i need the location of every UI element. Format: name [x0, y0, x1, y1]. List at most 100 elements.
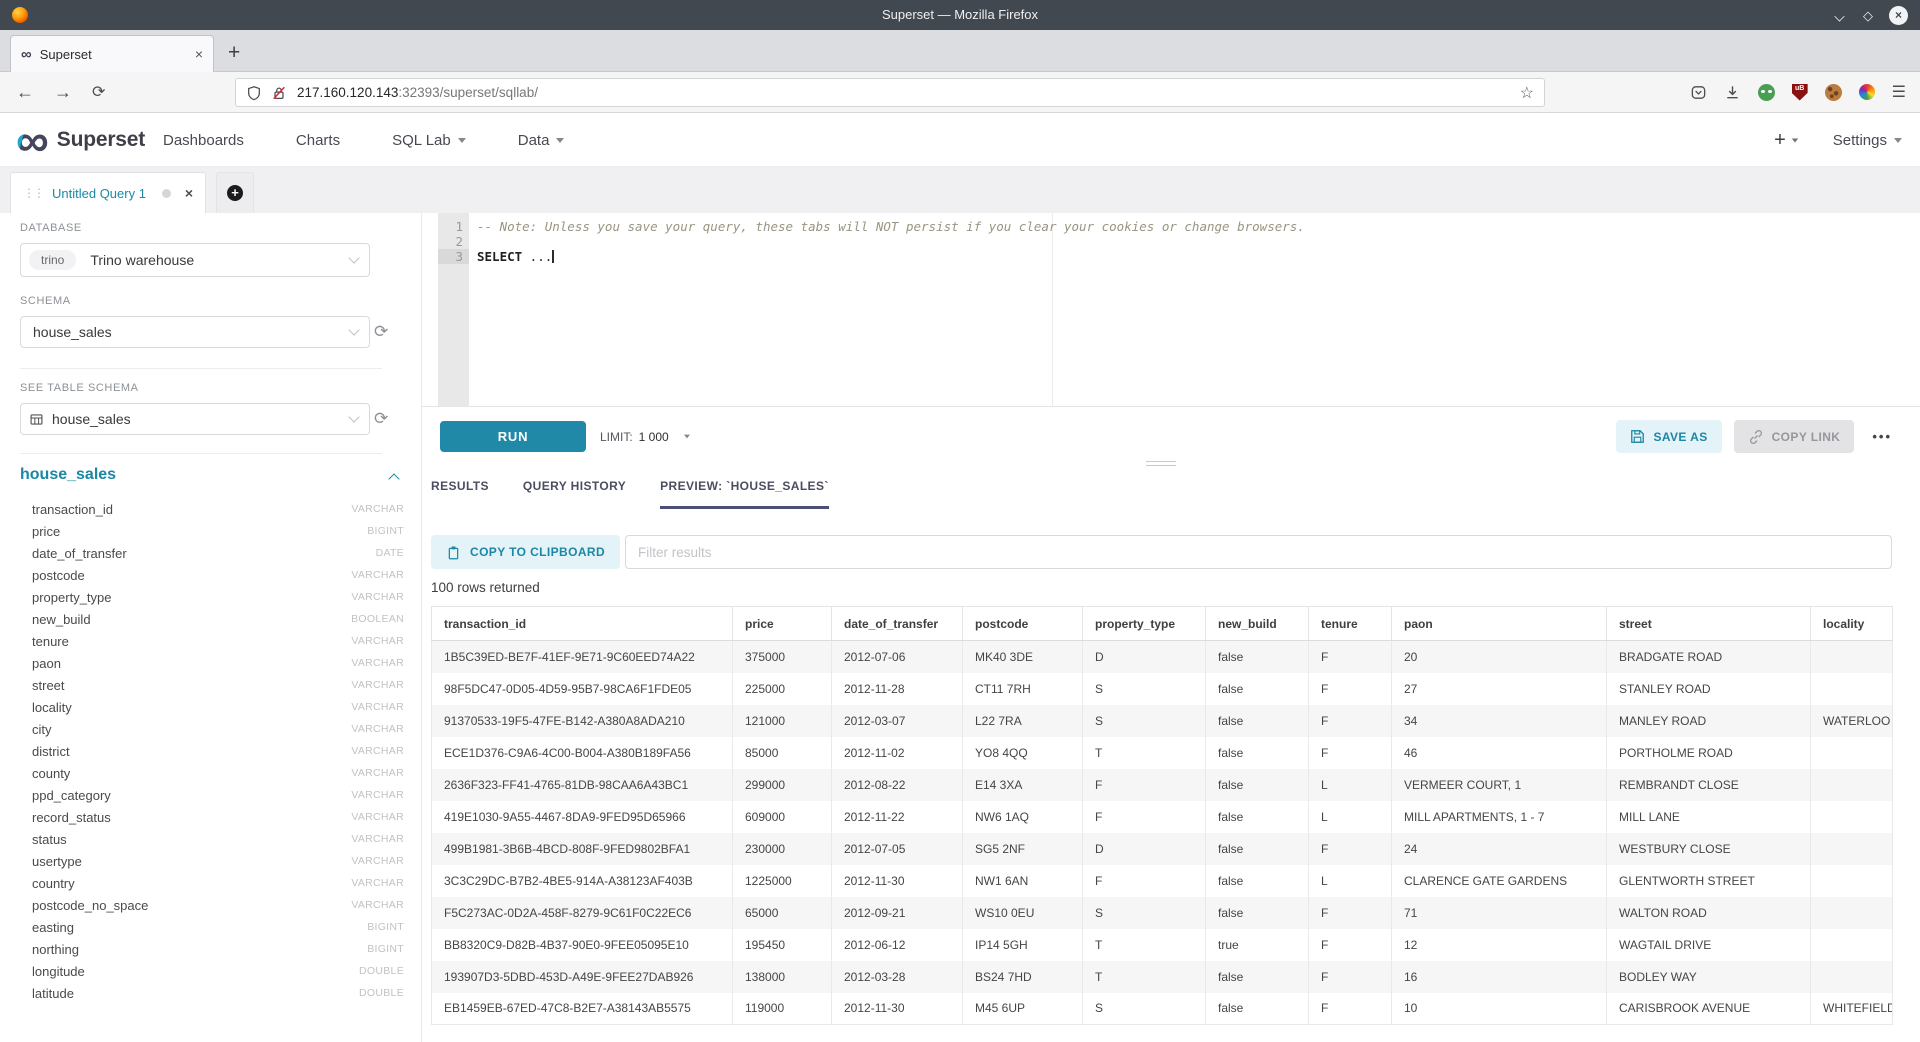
- table-cell: 2012-07-05: [832, 833, 963, 865]
- bookmark-star-icon[interactable]: ☆: [1520, 83, 1534, 103]
- browser-tab[interactable]: ∞ Superset ×: [10, 35, 214, 72]
- new-query-tab-button[interactable]: +: [216, 172, 254, 213]
- ublock-extension-icon[interactable]: uB: [1792, 84, 1808, 101]
- schema-name: house_sales: [33, 324, 112, 340]
- results-tab-1[interactable]: QUERY HISTORY: [523, 479, 626, 509]
- nav-item-dashboards[interactable]: Dashboards: [163, 132, 244, 149]
- table-cell: F: [1309, 833, 1392, 865]
- table-cell: 10: [1392, 993, 1607, 1025]
- results-header-cell[interactable]: new_build: [1206, 607, 1309, 641]
- cookie-extension-icon[interactable]: [1825, 84, 1842, 101]
- limit-dropdown[interactable]: LIMIT: 1 000: [600, 421, 691, 452]
- hamburger-menu-icon[interactable]: ☰: [1892, 82, 1906, 102]
- editor-code[interactable]: -- Note: Unless you save your query, the…: [477, 219, 1910, 264]
- copy-to-clipboard-button[interactable]: COPY TO CLIPBOARD: [431, 535, 620, 569]
- chevron-up-icon[interactable]: [388, 473, 399, 484]
- pane-resize-handle[interactable]: [1146, 458, 1176, 469]
- schema-column-type: VARCHAR: [351, 569, 404, 581]
- refresh-schemas-icon[interactable]: ⟳: [374, 323, 388, 340]
- caret-down-icon: [458, 138, 466, 143]
- nav-item-sql-lab[interactable]: SQL Lab: [392, 132, 466, 149]
- results-header-cell[interactable]: transaction_id: [432, 607, 733, 641]
- url-bar[interactable]: 217.160.120.143:32393/superset/sqllab/ ☆: [235, 78, 1545, 107]
- schema-column-type: VARCHAR: [351, 657, 404, 669]
- table-cell: MILL APARTMENTS, 1 - 7: [1392, 801, 1607, 833]
- table-select[interactable]: house_sales: [20, 403, 370, 435]
- lock-disabled-icon[interactable]: [271, 85, 287, 101]
- sqllab-main: DATABASE trino Trino warehouse SCHEMA ho…: [0, 213, 1920, 1042]
- results-header-cell[interactable]: street: [1607, 607, 1811, 641]
- schema-column-name: price: [32, 524, 60, 539]
- new-tab-button[interactable]: +: [228, 39, 240, 67]
- table-cell: WS10 0EU: [963, 897, 1083, 929]
- table-cell: E14 3XA: [963, 769, 1083, 801]
- browser-tab-title: Superset: [40, 47, 195, 62]
- nav-item-charts[interactable]: Charts: [296, 132, 340, 149]
- download-icon[interactable]: [1724, 84, 1741, 101]
- results-header-cell[interactable]: paon: [1392, 607, 1607, 641]
- table-cell: 2012-03-07: [832, 705, 963, 737]
- window-close-icon[interactable]: ×: [1889, 6, 1908, 25]
- tab-close-icon[interactable]: ×: [195, 46, 203, 62]
- table-cell: T: [1083, 929, 1206, 961]
- table-cell: false: [1206, 769, 1309, 801]
- superset-brand[interactable]: ∞ Superset: [16, 113, 145, 167]
- back-button[interactable]: ←: [16, 72, 34, 112]
- query-tab-close-icon[interactable]: ×: [185, 185, 193, 201]
- refresh-tables-icon[interactable]: ⟳: [374, 410, 388, 427]
- schema-select[interactable]: house_sales: [20, 316, 370, 348]
- sql-editor[interactable]: 123 -- Note: Unless you save your query,…: [422, 213, 1920, 407]
- schema-column-type: VARCHAR: [351, 811, 404, 823]
- schema-column-name: transaction_id: [32, 502, 113, 517]
- schema-column-type: VARCHAR: [351, 679, 404, 691]
- nav-item-data[interactable]: Data: [518, 132, 565, 149]
- drag-handle-icon[interactable]: ⋮⋮: [23, 186, 43, 200]
- save-icon: [1630, 429, 1645, 444]
- results-header-cell[interactable]: tenure: [1309, 607, 1392, 641]
- table-cell: 121000: [733, 705, 832, 737]
- superset-logo-icon: ∞: [16, 120, 49, 160]
- sql-comment-line: -- Note: Unless you save your query, the…: [477, 219, 1305, 234]
- table-cell: 2012-11-30: [832, 993, 963, 1025]
- results-header-cell[interactable]: postcode: [963, 607, 1083, 641]
- table-cell: F: [1309, 929, 1392, 961]
- database-select[interactable]: trino Trino warehouse: [20, 243, 370, 277]
- results-tab-0[interactable]: RESULTS: [431, 479, 489, 509]
- window-minimize-icon[interactable]: [1835, 12, 1847, 19]
- table-cell: 34: [1392, 705, 1607, 737]
- more-options-icon[interactable]: •••: [1872, 429, 1892, 444]
- window-maximize-icon[interactable]: ◇: [1863, 9, 1873, 22]
- table-cell: false: [1206, 801, 1309, 833]
- results-header-cell[interactable]: property_type: [1083, 607, 1206, 641]
- results-tab-2[interactable]: PREVIEW: `HOUSE_SALES`: [660, 479, 829, 509]
- forward-button[interactable]: →: [54, 72, 72, 112]
- add-menu-button[interactable]: +: [1774, 129, 1799, 152]
- asterisk-extension-icon[interactable]: [1859, 84, 1875, 100]
- chevron-down-icon: [348, 252, 359, 263]
- query-tab-active[interactable]: ⋮⋮ Untitled Query 1 ×: [10, 172, 206, 213]
- results-header-cell[interactable]: price: [733, 607, 832, 641]
- pocket-icon[interactable]: [1690, 84, 1707, 101]
- table-cell: F: [1309, 993, 1392, 1025]
- results-header-cell[interactable]: date_of_transfer: [832, 607, 963, 641]
- table-cell: MANLEY ROAD: [1607, 705, 1811, 737]
- schema-column-name: country: [32, 876, 75, 891]
- results-header-cell[interactable]: locality: [1811, 607, 1893, 641]
- copy-link-button[interactable]: COPY LINK: [1734, 420, 1855, 453]
- settings-menu-button[interactable]: Settings: [1833, 132, 1902, 149]
- filter-results-input[interactable]: [625, 535, 1892, 569]
- table-schema-label: SEE TABLE SCHEMA: [20, 382, 139, 394]
- reload-button[interactable]: ⟳: [92, 72, 105, 112]
- privacy-extension-icon[interactable]: [1758, 84, 1775, 101]
- table-cell: 1225000: [733, 865, 832, 897]
- schema-column-type: VARCHAR: [351, 877, 404, 889]
- table-cell: 20: [1392, 641, 1607, 673]
- schema-column-row: ppd_categoryVARCHAR: [32, 784, 404, 806]
- browser-toolbar: ← → ⟳ 217.160.120.143:32393/superset/sql…: [0, 72, 1920, 113]
- nav-item-label: Charts: [296, 132, 340, 149]
- save-as-button[interactable]: SAVE AS: [1616, 420, 1721, 453]
- run-button[interactable]: RUN: [440, 421, 586, 452]
- table-schema-title: house_sales: [20, 466, 116, 484]
- window-titlebar: Superset — Mozilla Firefox ◇ ×: [0, 0, 1920, 30]
- table-cell: PORTHOLME ROAD: [1607, 737, 1811, 769]
